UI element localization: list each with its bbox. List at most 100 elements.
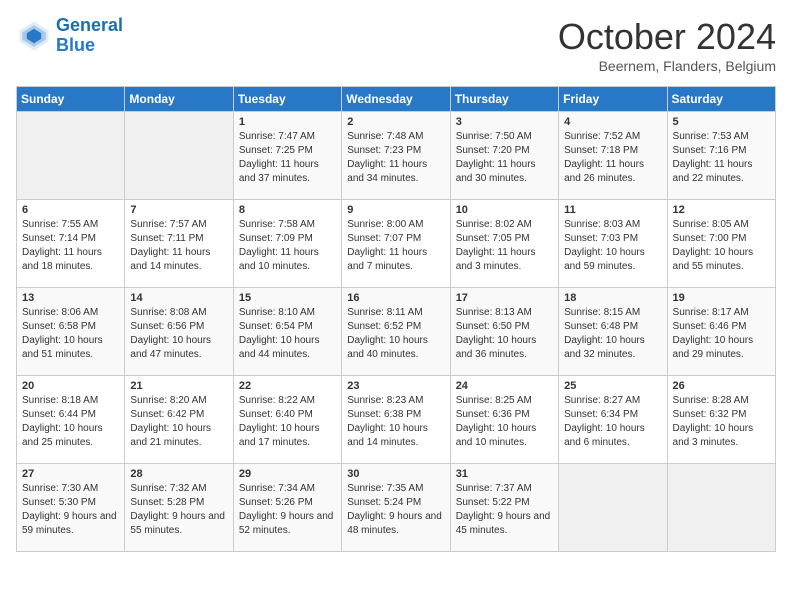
day-number: 30 [347,468,444,480]
calendar-cell: 31 Sunrise: 7:37 AM Sunset: 5:22 PM Dayli… [450,464,558,552]
calendar-cell [667,464,775,552]
logo: General Blue [16,16,123,56]
calendar-week-2: 6 Sunrise: 7:55 AM Sunset: 7:14 PM Daylig… [17,200,776,288]
cell-content: Sunrise: 8:03 AM Sunset: 7:03 PM Dayligh… [564,218,661,274]
calendar-table: SundayMondayTuesdayWednesdayThursdayFrid… [16,86,776,552]
day-number: 8 [239,204,336,216]
day-number: 27 [22,468,119,480]
calendar-cell: 13 Sunrise: 8:06 AM Sunset: 6:58 PM Dayli… [17,288,125,376]
cell-content: Sunrise: 7:35 AM Sunset: 5:24 PM Dayligh… [347,482,444,538]
header-monday: Monday [125,87,233,112]
day-number: 9 [347,204,444,216]
calendar-cell: 14 Sunrise: 8:08 AM Sunset: 6:56 PM Dayli… [125,288,233,376]
calendar-cell: 24 Sunrise: 8:25 AM Sunset: 6:36 PM Dayli… [450,376,558,464]
day-number: 29 [239,468,336,480]
header-sunday: Sunday [17,87,125,112]
calendar-cell: 21 Sunrise: 8:20 AM Sunset: 6:42 PM Dayli… [125,376,233,464]
header-friday: Friday [559,87,667,112]
calendar-week-4: 20 Sunrise: 8:18 AM Sunset: 6:44 PM Dayli… [17,376,776,464]
cell-content: Sunrise: 8:20 AM Sunset: 6:42 PM Dayligh… [130,394,227,450]
day-number: 5 [673,116,770,128]
cell-content: Sunrise: 7:32 AM Sunset: 5:28 PM Dayligh… [130,482,227,538]
day-number: 22 [239,380,336,392]
cell-content: Sunrise: 7:47 AM Sunset: 7:25 PM Dayligh… [239,130,336,186]
calendar-cell: 20 Sunrise: 8:18 AM Sunset: 6:44 PM Dayli… [17,376,125,464]
calendar-week-5: 27Sunrise: 7:30 AM Sunset: 5:30 PM Dayli… [17,464,776,552]
month-title: October 2024 [558,16,776,58]
day-number: 21 [130,380,227,392]
cell-content: Sunrise: 8:05 AM Sunset: 7:00 PM Dayligh… [673,218,770,274]
day-number: 6 [22,204,119,216]
day-number: 24 [456,380,553,392]
cell-content: Sunrise: 7:55 AM Sunset: 7:14 PM Dayligh… [22,218,119,274]
calendar-cell: 1 Sunrise: 7:47 AM Sunset: 7:25 PM Daylig… [233,112,341,200]
cell-content: Sunrise: 7:48 AM Sunset: 7:23 PM Dayligh… [347,130,444,186]
cell-content: Sunrise: 7:58 AM Sunset: 7:09 PM Dayligh… [239,218,336,274]
calendar-week-3: 13 Sunrise: 8:06 AM Sunset: 6:58 PM Dayli… [17,288,776,376]
calendar-cell: 2 Sunrise: 7:48 AM Sunset: 7:23 PM Daylig… [342,112,450,200]
day-number: 20 [22,380,119,392]
logo-icon [16,18,52,54]
location-subtitle: Beernem, Flanders, Belgium [558,58,776,74]
cell-content: Sunrise: 8:08 AM Sunset: 6:56 PM Dayligh… [130,306,227,362]
page-header: General Blue October 2024 Beernem, Fland… [16,16,776,74]
day-number: 13 [22,292,119,304]
calendar-cell [559,464,667,552]
day-number: 7 [130,204,227,216]
day-number: 10 [456,204,553,216]
header-wednesday: Wednesday [342,87,450,112]
cell-content: Sunrise: 8:00 AM Sunset: 7:07 PM Dayligh… [347,218,444,274]
cell-content: Sunrise: 8:13 AM Sunset: 6:50 PM Dayligh… [456,306,553,362]
day-number: 28 [130,468,227,480]
calendar-cell: 26Sunrise: 8:28 AM Sunset: 6:32 PM Dayli… [667,376,775,464]
cell-content: Sunrise: 7:50 AM Sunset: 7:20 PM Dayligh… [456,130,553,186]
calendar-cell: 22 Sunrise: 8:22 AM Sunset: 6:40 PM Dayli… [233,376,341,464]
calendar-header-row: SundayMondayTuesdayWednesdayThursdayFrid… [17,87,776,112]
cell-content: Sunrise: 8:06 AM Sunset: 6:58 PM Dayligh… [22,306,119,362]
calendar-cell: 28 Sunrise: 7:32 AM Sunset: 5:28 PM Dayli… [125,464,233,552]
calendar-cell: 23 Sunrise: 8:23 AM Sunset: 6:38 PM Dayli… [342,376,450,464]
logo-text: General Blue [56,16,123,56]
day-number: 23 [347,380,444,392]
cell-content: Sunrise: 8:02 AM Sunset: 7:05 PM Dayligh… [456,218,553,274]
header-thursday: Thursday [450,87,558,112]
calendar-cell: 16Sunrise: 8:11 AM Sunset: 6:52 PM Dayli… [342,288,450,376]
cell-content: Sunrise: 8:25 AM Sunset: 6:36 PM Dayligh… [456,394,553,450]
calendar-cell: 29Sunrise: 7:34 AM Sunset: 5:26 PM Dayli… [233,464,341,552]
calendar-cell: 3Sunrise: 7:50 AM Sunset: 7:20 PM Daylig… [450,112,558,200]
day-number: 18 [564,292,661,304]
day-number: 12 [673,204,770,216]
calendar-cell: 19 Sunrise: 8:17 AM Sunset: 6:46 PM Dayli… [667,288,775,376]
day-number: 16 [347,292,444,304]
title-block: October 2024 Beernem, Flanders, Belgium [558,16,776,74]
calendar-cell: 5 Sunrise: 7:53 AM Sunset: 7:16 PM Daylig… [667,112,775,200]
cell-content: Sunrise: 7:52 AM Sunset: 7:18 PM Dayligh… [564,130,661,186]
day-number: 2 [347,116,444,128]
day-number: 15 [239,292,336,304]
day-number: 14 [130,292,227,304]
cell-content: Sunrise: 8:22 AM Sunset: 6:40 PM Dayligh… [239,394,336,450]
cell-content: Sunrise: 8:23 AM Sunset: 6:38 PM Dayligh… [347,394,444,450]
calendar-cell: 6 Sunrise: 7:55 AM Sunset: 7:14 PM Daylig… [17,200,125,288]
day-number: 1 [239,116,336,128]
calendar-cell: 27Sunrise: 7:30 AM Sunset: 5:30 PM Dayli… [17,464,125,552]
calendar-cell: 17 Sunrise: 8:13 AM Sunset: 6:50 PM Dayli… [450,288,558,376]
day-number: 31 [456,468,553,480]
cell-content: Sunrise: 7:37 AM Sunset: 5:22 PM Dayligh… [456,482,553,538]
calendar-cell [125,112,233,200]
header-saturday: Saturday [667,87,775,112]
day-number: 17 [456,292,553,304]
day-number: 11 [564,204,661,216]
cell-content: Sunrise: 8:18 AM Sunset: 6:44 PM Dayligh… [22,394,119,450]
calendar-cell: 7 Sunrise: 7:57 AM Sunset: 7:11 PM Daylig… [125,200,233,288]
calendar-cell: 15 Sunrise: 8:10 AM Sunset: 6:54 PM Dayli… [233,288,341,376]
calendar-cell: 9 Sunrise: 8:00 AM Sunset: 7:07 PM Daylig… [342,200,450,288]
calendar-cell [17,112,125,200]
cell-content: Sunrise: 8:17 AM Sunset: 6:46 PM Dayligh… [673,306,770,362]
cell-content: Sunrise: 8:27 AM Sunset: 6:34 PM Dayligh… [564,394,661,450]
cell-content: Sunrise: 7:57 AM Sunset: 7:11 PM Dayligh… [130,218,227,274]
day-number: 19 [673,292,770,304]
cell-content: Sunrise: 7:53 AM Sunset: 7:16 PM Dayligh… [673,130,770,186]
day-number: 26 [673,380,770,392]
cell-content: Sunrise: 8:10 AM Sunset: 6:54 PM Dayligh… [239,306,336,362]
